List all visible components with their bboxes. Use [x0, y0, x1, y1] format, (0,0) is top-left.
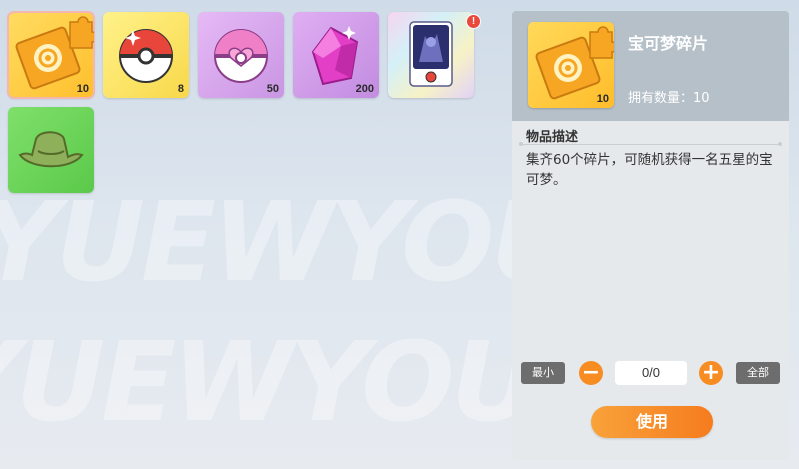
- quantity-field[interactable]: 0/0: [615, 361, 687, 385]
- item-count: 200: [355, 83, 374, 95]
- min-quantity-button[interactable]: 最小: [521, 362, 565, 384]
- item-count: 8: [177, 83, 184, 95]
- inventory-item-pink-crystal[interactable]: 200: [293, 12, 379, 98]
- max-quantity-button[interactable]: 全部: [736, 362, 780, 384]
- divider-dot: [519, 142, 523, 146]
- inventory-item-green-hat[interactable]: [8, 107, 94, 193]
- inventory-item-poke-ball[interactable]: 8: [103, 12, 189, 98]
- inventory-item-pokemon-card[interactable]: [388, 12, 474, 98]
- detail-item-count: 10: [596, 93, 609, 105]
- description-text: 集齐60个碎片，可随机获得一名五星的宝可梦。: [526, 152, 773, 188]
- item-detail-panel: 10 宝可梦碎片 拥有数量：10 物品描述 集齐60个碎片，可随机获得一名五星的…: [512, 11, 789, 460]
- item-count: 50: [266, 83, 279, 95]
- watermark-text-1: YUEWYOU: [0, 178, 580, 306]
- detail-item-icon: 10: [528, 22, 614, 108]
- description-divider: [521, 144, 781, 145]
- increase-quantity-button[interactable]: +: [699, 361, 723, 385]
- description-title: 物品描述: [526, 130, 579, 145]
- decrease-quantity-button[interactable]: −: [579, 361, 603, 385]
- poke-ball-icon: [119, 29, 173, 83]
- item-name: 宝可梦碎片: [628, 34, 709, 53]
- new-item-badge: !: [466, 14, 481, 29]
- watermark-text-2: YUEWYOU: [0, 318, 540, 446]
- owned-quantity: 拥有数量：10: [628, 91, 710, 106]
- inventory-item-heart-ball[interactable]: 50: [198, 12, 284, 98]
- use-button[interactable]: 使用: [591, 406, 713, 438]
- inventory-item-pokemon-fragment[interactable]: 10: [7, 11, 95, 99]
- pokemon-card-icon: [409, 21, 453, 87]
- item-count: 10: [76, 83, 89, 95]
- divider-dot: [778, 142, 782, 146]
- green-hat-icon: [18, 131, 84, 168]
